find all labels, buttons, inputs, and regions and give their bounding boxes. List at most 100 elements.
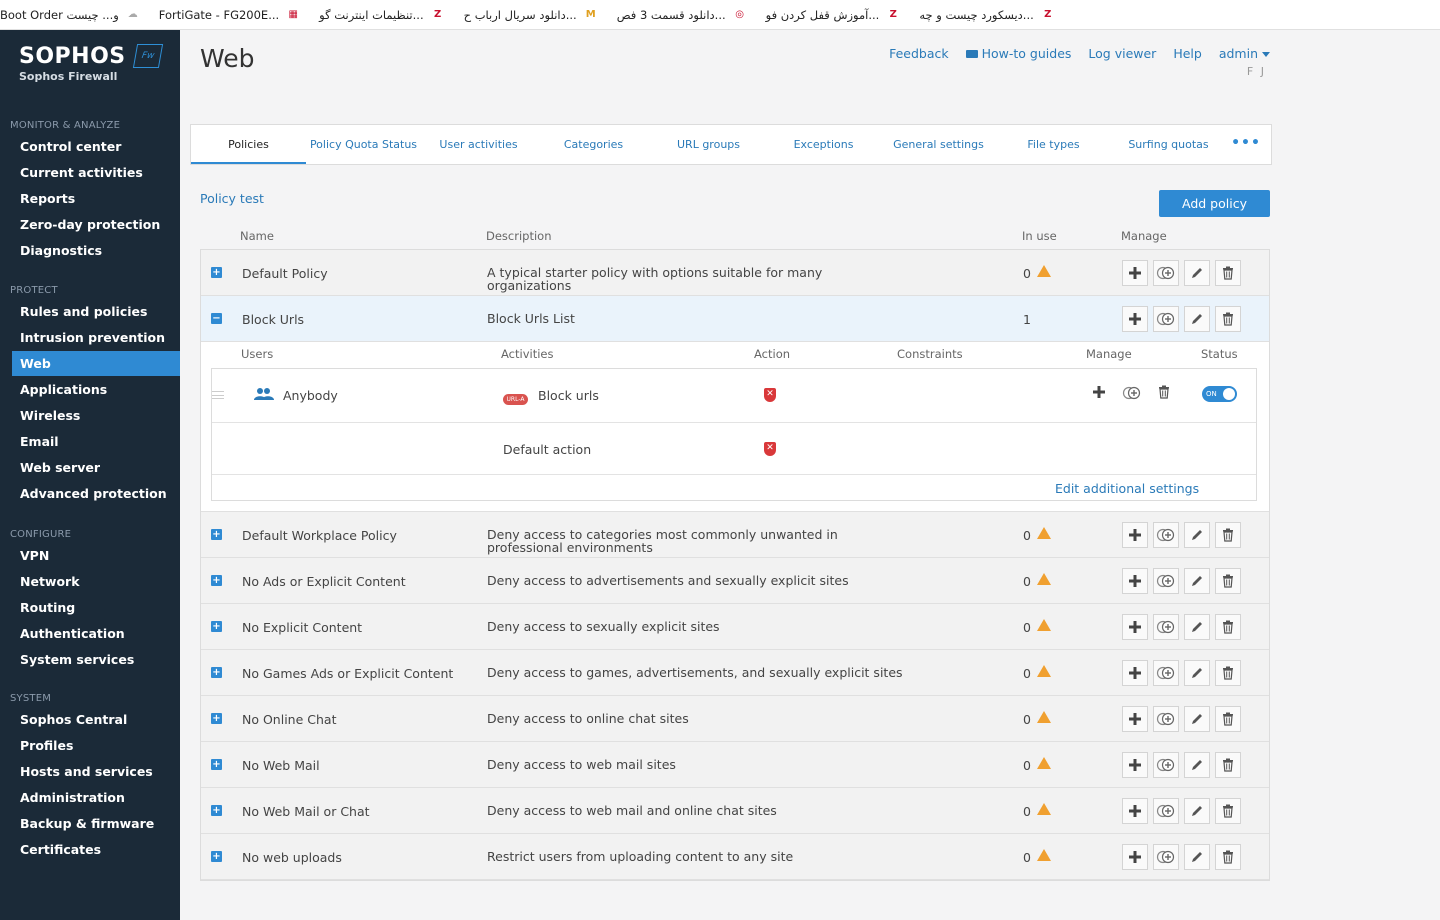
sidebar-item-system-services[interactable]: System services: [12, 647, 180, 672]
tab-surfing-quotas[interactable]: Surfing quotas: [1111, 125, 1226, 164]
expand-icon[interactable]: +: [211, 575, 222, 586]
edit-button[interactable]: [1184, 844, 1210, 870]
sidebar-item-current-activities[interactable]: Current activities: [12, 160, 180, 185]
how-to-guides-link[interactable]: How-to guides: [965, 46, 1071, 61]
bookmark-item[interactable]: FortiGate - FG200E... ▦: [159, 8, 301, 22]
edit-button[interactable]: [1184, 706, 1210, 732]
clone-button[interactable]: [1153, 660, 1179, 686]
sidebar-item-zero-day-protection[interactable]: Zero-day protection: [12, 212, 180, 237]
expand-icon[interactable]: +: [211, 805, 222, 816]
edit-button[interactable]: [1184, 660, 1210, 686]
delete-button[interactable]: [1215, 706, 1241, 732]
bookmark-item[interactable]: Boot Order و... چیست ☁: [0, 8, 141, 22]
tab-policy-quota-status[interactable]: Policy Quota Status: [306, 125, 421, 164]
edit-button[interactable]: [1184, 798, 1210, 824]
more-tabs-icon[interactable]: •••: [1226, 125, 1266, 164]
add-rule-button[interactable]: [1122, 660, 1148, 686]
expand-icon[interactable]: +: [211, 713, 222, 724]
tab-user-activities[interactable]: User activities: [421, 125, 536, 164]
clone-button[interactable]: [1153, 844, 1179, 870]
clone-button[interactable]: [1153, 568, 1179, 594]
tab-policies[interactable]: Policies: [191, 125, 306, 164]
bookmark-item[interactable]: تنظیمات اینترنت گو... Z: [319, 8, 445, 22]
table-row[interactable]: + No Web Mail or Chat Deny access to web m…: [201, 788, 1269, 834]
log-viewer-link[interactable]: Log viewer: [1088, 46, 1156, 61]
clone-button[interactable]: [1153, 752, 1179, 778]
bookmark-item[interactable]: دانلود سریال ارباب ح... M: [464, 8, 599, 22]
tab-url-groups[interactable]: URL groups: [651, 125, 766, 164]
add-rule-icon[interactable]: [1092, 385, 1106, 402]
bookmark-item[interactable]: دانلود قسمت 3 فص... ◎: [617, 8, 748, 22]
feedback-link[interactable]: Feedback: [889, 46, 949, 61]
edit-button[interactable]: [1184, 522, 1210, 548]
expand-icon[interactable]: +: [211, 529, 222, 540]
edit-button[interactable]: [1184, 752, 1210, 778]
edit-button[interactable]: [1184, 568, 1210, 594]
add-policy-button[interactable]: Add policy: [1159, 190, 1270, 217]
delete-button[interactable]: [1215, 568, 1241, 594]
sidebar-item-authentication[interactable]: Authentication: [12, 621, 180, 646]
table-row[interactable]: + No Ads or Explicit Content Deny access t…: [201, 558, 1269, 604]
expand-icon[interactable]: +: [211, 759, 222, 770]
sidebar-item-profiles[interactable]: Profiles: [12, 733, 180, 758]
delete-button[interactable]: [1215, 844, 1241, 870]
expand-icon[interactable]: +: [211, 851, 222, 862]
tab-categories[interactable]: Categories: [536, 125, 651, 164]
table-row[interactable]: + No Explicit Content Deny access to sexua…: [201, 604, 1269, 650]
clone-button[interactable]: [1153, 260, 1179, 286]
table-row[interactable]: + No Games Ads or Explicit Content Deny ac…: [201, 650, 1269, 696]
add-rule-button[interactable]: [1122, 522, 1148, 548]
sophos-logo[interactable]: SOPHOS Sophos Firewall: [19, 44, 126, 83]
table-row[interactable]: + Default Workplace Policy Deny access to …: [201, 512, 1269, 558]
sidebar-item-rules-and-policies[interactable]: Rules and policies: [12, 299, 180, 324]
delete-button[interactable]: [1215, 614, 1241, 640]
drag-handle-icon[interactable]: [212, 391, 224, 399]
tab-exceptions[interactable]: Exceptions: [766, 125, 881, 164]
sidebar-item-intrusion-prevention[interactable]: Intrusion prevention: [12, 325, 180, 350]
add-rule-button[interactable]: [1122, 260, 1148, 286]
sidebar-item-diagnostics[interactable]: Diagnostics: [12, 238, 180, 263]
bookmark-item[interactable]: دیسکورد چیست و چه... Z: [919, 8, 1055, 22]
edit-button[interactable]: [1184, 306, 1210, 332]
delete-button[interactable]: [1215, 752, 1241, 778]
edit-additional-settings-link[interactable]: Edit additional settings: [1055, 481, 1199, 496]
rule-status-toggle[interactable]: ON: [1202, 386, 1237, 402]
help-link[interactable]: Help: [1173, 46, 1202, 61]
sidebar-item-email[interactable]: Email: [12, 429, 180, 454]
edit-button[interactable]: [1184, 260, 1210, 286]
expand-icon[interactable]: +: [211, 621, 222, 632]
sidebar-item-wireless[interactable]: Wireless: [12, 403, 180, 428]
clone-button[interactable]: [1153, 614, 1179, 640]
sidebar-item-web-server[interactable]: Web server: [12, 455, 180, 480]
table-row[interactable]: − Block Urls Block Urls List 1: [201, 296, 1269, 342]
collapse-icon[interactable]: −: [211, 313, 222, 324]
table-row[interactable]: + Default Policy A typical starter policy …: [201, 250, 1269, 296]
tab-general-settings[interactable]: General settings: [881, 125, 996, 164]
policy-test-link[interactable]: Policy test: [200, 191, 264, 206]
delete-button[interactable]: [1215, 798, 1241, 824]
delete-button[interactable]: [1215, 660, 1241, 686]
add-rule-button[interactable]: [1122, 614, 1148, 640]
sidebar-item-web[interactable]: Web: [12, 351, 180, 376]
delete-button[interactable]: [1215, 260, 1241, 286]
add-rule-button[interactable]: [1122, 706, 1148, 732]
clone-button[interactable]: [1153, 706, 1179, 732]
table-row[interactable]: + No web uploads Restrict users from uploa…: [201, 834, 1269, 880]
delete-button[interactable]: [1215, 522, 1241, 548]
sidebar-item-backup-firmware[interactable]: Backup & firmware: [12, 811, 180, 836]
sidebar-item-applications[interactable]: Applications: [12, 377, 180, 402]
bookmark-item[interactable]: آموزش قفل کردن فو... Z: [766, 8, 902, 22]
delete-rule-icon[interactable]: [1158, 385, 1170, 402]
expand-icon[interactable]: +: [211, 267, 222, 278]
tab-file-types[interactable]: File types: [996, 125, 1111, 164]
add-rule-button[interactable]: [1122, 752, 1148, 778]
add-rule-button[interactable]: [1122, 306, 1148, 332]
delete-button[interactable]: [1215, 306, 1241, 332]
sidebar-item-network[interactable]: Network: [12, 569, 180, 594]
sidebar-item-control-center[interactable]: Control center: [12, 134, 180, 159]
expand-icon[interactable]: +: [211, 667, 222, 678]
sidebar-item-sophos-central[interactable]: Sophos Central: [12, 707, 180, 732]
sidebar-item-hosts-and-services[interactable]: Hosts and services: [12, 759, 180, 784]
sidebar-item-administration[interactable]: Administration: [12, 785, 180, 810]
add-rule-button[interactable]: [1122, 798, 1148, 824]
